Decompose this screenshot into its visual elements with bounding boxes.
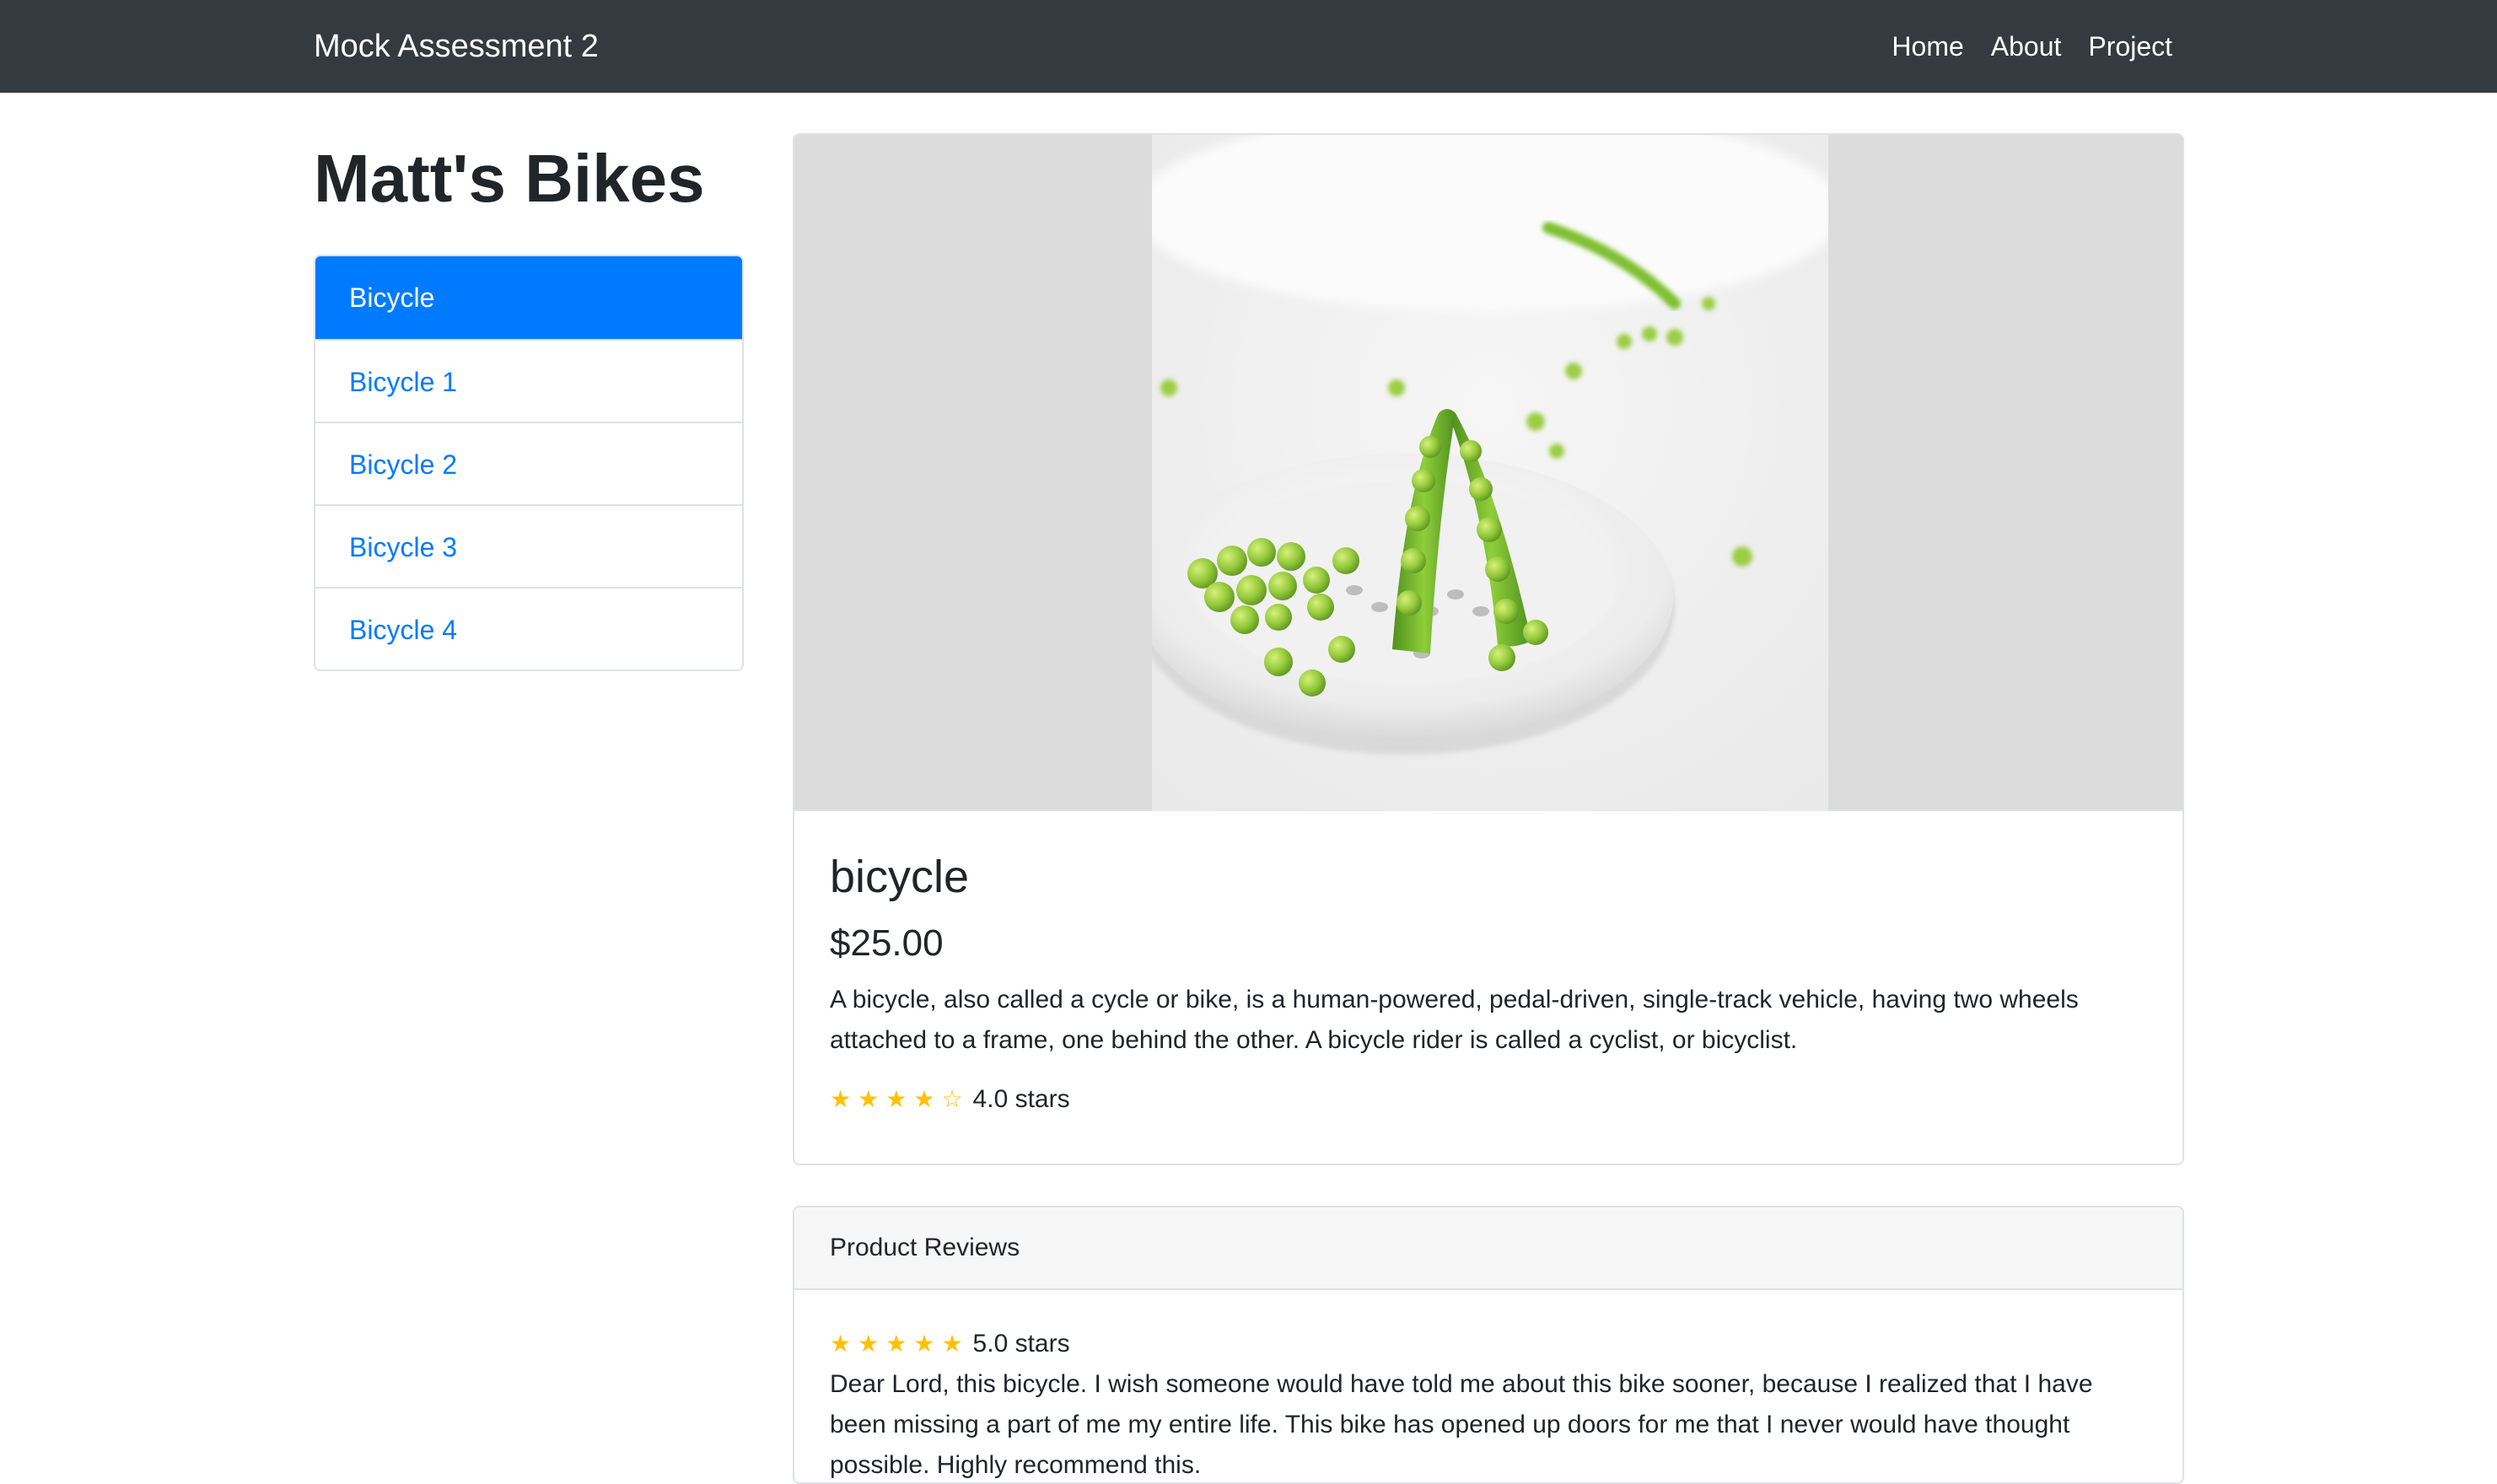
nav-links: Home About Project <box>1892 25 2172 67</box>
star-filled-icon: ★ <box>941 1330 963 1358</box>
navbar-brand[interactable]: Mock Assessment 2 <box>314 25 599 67</box>
star-filled-icon: ★ <box>858 1085 880 1113</box>
product-card-body: bicycle $25.00 A bicycle, also called a … <box>830 843 2154 1118</box>
product-name: bicycle <box>830 852 970 902</box>
star-filled-icon: ★ <box>885 1085 907 1113</box>
nav-link-project[interactable]: Project <box>2088 25 2172 67</box>
navbar: Mock Assessment 2 Home About Project <box>0 0 2497 93</box>
product-price: $25.00 <box>830 922 944 964</box>
product-card: bicycle $25.00 A bicycle, also called a … <box>793 133 2184 1165</box>
product-rating-text: 4.0 stars <box>972 1085 1070 1113</box>
star-filled-icon: ★ <box>913 1330 935 1358</box>
product-list: Bicycle Bicycle 1 Bicycle 2 Bicycle 3 Bi… <box>314 255 744 671</box>
star-filled-icon: ★ <box>913 1085 935 1113</box>
star-filled-icon: ★ <box>830 1085 852 1113</box>
star-empty-icon: ☆ <box>941 1085 963 1113</box>
product-list-item-bicycle-1[interactable]: Bicycle 1 <box>315 339 742 422</box>
review-item: ★ ★ ★ ★ ★ 5.0 stars Dear Lord, this bicy… <box>794 1290 2182 1482</box>
nav-link-home[interactable]: Home <box>1892 25 1963 67</box>
star-filled-icon: ★ <box>885 1330 907 1358</box>
reviews-card: Product Reviews ★ ★ ★ ★ ★ 5.0 stars Dear… <box>793 1206 2184 1484</box>
product-list-item-bicycle-3[interactable]: Bicycle 3 <box>315 504 742 587</box>
product-image-container <box>794 135 2182 811</box>
review-rating: ★ ★ ★ ★ ★ 5.0 stars <box>830 1325 2147 1363</box>
product-list-item-bicycle-4[interactable]: Bicycle 4 <box>315 587 742 669</box>
star-filled-icon: ★ <box>830 1330 852 1358</box>
product-rating: ★ ★ ★ ★ ☆ 4.0 stars <box>830 1081 2154 1118</box>
product-image <box>1152 135 1828 811</box>
product-list-item-bicycle[interactable]: Bicycle <box>315 256 742 339</box>
product-description: A bicycle, also called a cycle or bike, … <box>830 986 2079 1054</box>
star-filled-icon: ★ <box>858 1330 880 1358</box>
page-title: Matt's Bikes <box>314 141 705 216</box>
reviews-header: Product Reviews <box>794 1207 2182 1290</box>
review-rating-text: 5.0 stars <box>972 1330 1070 1358</box>
review-text: Dear Lord, this bicycle. I wish someone … <box>830 1370 2093 1479</box>
nav-link-about[interactable]: About <box>1991 25 2062 67</box>
product-list-item-bicycle-2[interactable]: Bicycle 2 <box>315 422 742 504</box>
